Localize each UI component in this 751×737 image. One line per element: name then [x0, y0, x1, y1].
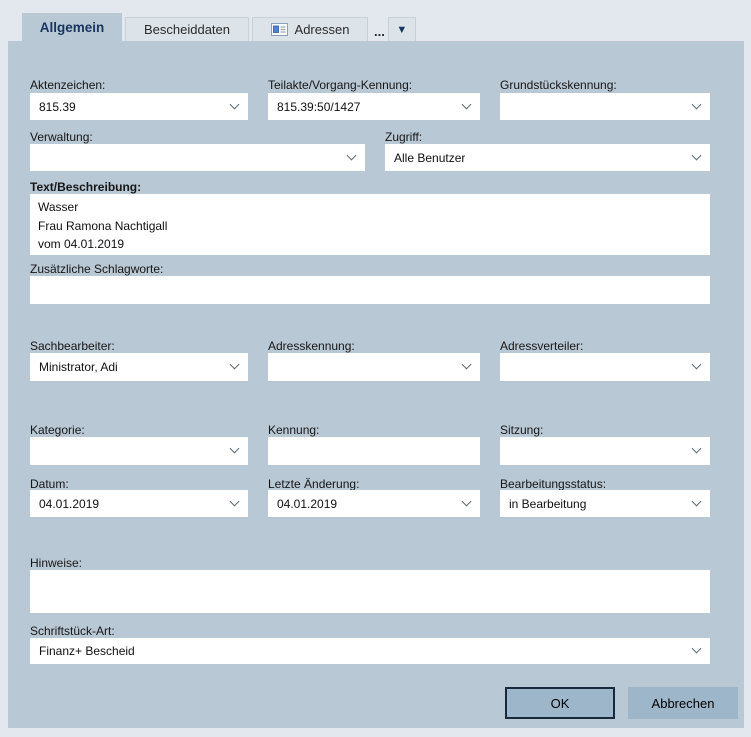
- kennung-label: Kennung:: [268, 423, 319, 437]
- adresskennung-label: Adresskennung:: [268, 339, 355, 353]
- hinweise-label: Hinweise:: [30, 556, 82, 570]
- cancel-button[interactable]: Abbrechen: [628, 687, 738, 719]
- bearbeitungsstatus-value: in Bearbeitung: [500, 497, 586, 511]
- sachbearbeiter-combobox[interactable]: Ministrator, Adi: [30, 353, 248, 381]
- sachbearbeiter-label: Sachbearbeiter:: [30, 339, 115, 353]
- grundstueckskennung-combobox[interactable]: [500, 93, 710, 120]
- text-beschreibung-textarea[interactable]: Wasser Frau Ramona Nachtigall vom 04.01.…: [30, 194, 710, 255]
- adresskennung-combobox[interactable]: [268, 353, 480, 381]
- chevron-down-icon[interactable]: [231, 445, 239, 453]
- chevron-down-icon[interactable]: [463, 361, 471, 369]
- letzte-aenderung-combobox[interactable]: 04.01.2019: [268, 490, 480, 517]
- bearbeitungsstatus-combobox[interactable]: in Bearbeitung: [500, 490, 710, 517]
- verwaltung-combobox[interactable]: [30, 144, 365, 171]
- tab-allgemein[interactable]: Allgemein: [22, 13, 122, 41]
- chevron-down-icon[interactable]: [693, 361, 701, 369]
- schlagworte-label: Zusätzliche Schlagworte:: [30, 262, 163, 276]
- schriftstueck-art-value: Finanz+ Bescheid: [30, 644, 135, 658]
- aktenzeichen-combobox[interactable]: 815.39: [30, 93, 248, 120]
- teilakte-combobox[interactable]: 815.39:50/1427: [268, 93, 480, 120]
- hinweise-textarea[interactable]: [30, 570, 710, 613]
- caret-down-icon: ▼: [396, 24, 407, 36]
- tab-list-dropdown-button[interactable]: ▼: [388, 17, 416, 41]
- tab-adressen-label: Adressen: [295, 22, 350, 37]
- schriftstueck-art-label: Schriftstück-Art:: [30, 624, 115, 638]
- zugriff-value: Alle Benutzer: [385, 151, 465, 165]
- datum-combobox[interactable]: 04.01.2019: [30, 490, 248, 517]
- schlagworte-input[interactable]: [30, 276, 710, 304]
- kategorie-combobox[interactable]: [30, 437, 248, 465]
- zugriff-label: Zugriff:: [385, 130, 422, 144]
- datum-value: 04.01.2019: [30, 497, 99, 511]
- datum-label: Datum:: [30, 477, 69, 491]
- grundstueckskennung-label: Grundstückskennung:: [500, 78, 617, 92]
- zugriff-combobox[interactable]: Alle Benutzer: [385, 144, 710, 171]
- adressverteiler-label: Adressverteiler:: [500, 339, 583, 353]
- adressverteiler-combobox[interactable]: [500, 353, 710, 381]
- teilakte-label: Teilakte/Vorgang-Kennung:: [268, 78, 412, 92]
- kennung-input[interactable]: [268, 437, 480, 465]
- chevron-down-icon[interactable]: [231, 101, 239, 109]
- chevron-down-icon[interactable]: [693, 645, 701, 653]
- chevron-down-icon[interactable]: [231, 361, 239, 369]
- chevron-down-icon[interactable]: [463, 101, 471, 109]
- tab-strip: Allgemein Bescheiddaten Adressen ... ▼: [22, 13, 416, 41]
- document-properties-dialog: { "dialog": { "tabs": [ {"label": "Allge…: [0, 0, 751, 737]
- teilakte-value: 815.39:50/1427: [268, 100, 360, 114]
- chevron-down-icon[interactable]: [463, 498, 471, 506]
- chevron-down-icon[interactable]: [693, 152, 701, 160]
- aktenzeichen-label: Aktenzeichen:: [30, 78, 105, 92]
- sitzung-combobox[interactable]: [500, 437, 710, 465]
- schriftstueck-art-combobox[interactable]: Finanz+ Bescheid: [30, 638, 710, 664]
- chevron-down-icon[interactable]: [693, 498, 701, 506]
- address-card-icon: [271, 23, 288, 36]
- ok-button[interactable]: OK: [505, 687, 615, 719]
- tab-overflow-ellipsis: ...: [371, 15, 388, 41]
- verwaltung-label: Verwaltung:: [30, 130, 93, 144]
- sachbearbeiter-value: Ministrator, Adi: [30, 360, 118, 374]
- chevron-down-icon[interactable]: [693, 101, 701, 109]
- letzte-aenderung-label: Letzte Änderung:: [268, 477, 359, 491]
- chevron-down-icon[interactable]: [693, 445, 701, 453]
- tab-bescheiddaten[interactable]: Bescheiddaten: [125, 17, 249, 41]
- aktenzeichen-value: 815.39: [30, 100, 76, 114]
- tab-bescheiddaten-label: Bescheiddaten: [144, 22, 230, 37]
- bearbeitungsstatus-label: Bearbeitungsstatus:: [500, 477, 606, 491]
- chevron-down-icon[interactable]: [231, 498, 239, 506]
- sitzung-label: Sitzung:: [500, 423, 543, 437]
- tab-allgemein-label: Allgemein: [40, 20, 105, 35]
- letzte-aenderung-value: 04.01.2019: [268, 497, 337, 511]
- tab-adressen[interactable]: Adressen: [252, 17, 368, 41]
- chevron-down-icon[interactable]: [348, 152, 356, 160]
- text-beschreibung-label: Text/Beschreibung:: [30, 180, 141, 194]
- kategorie-label: Kategorie:: [30, 423, 85, 437]
